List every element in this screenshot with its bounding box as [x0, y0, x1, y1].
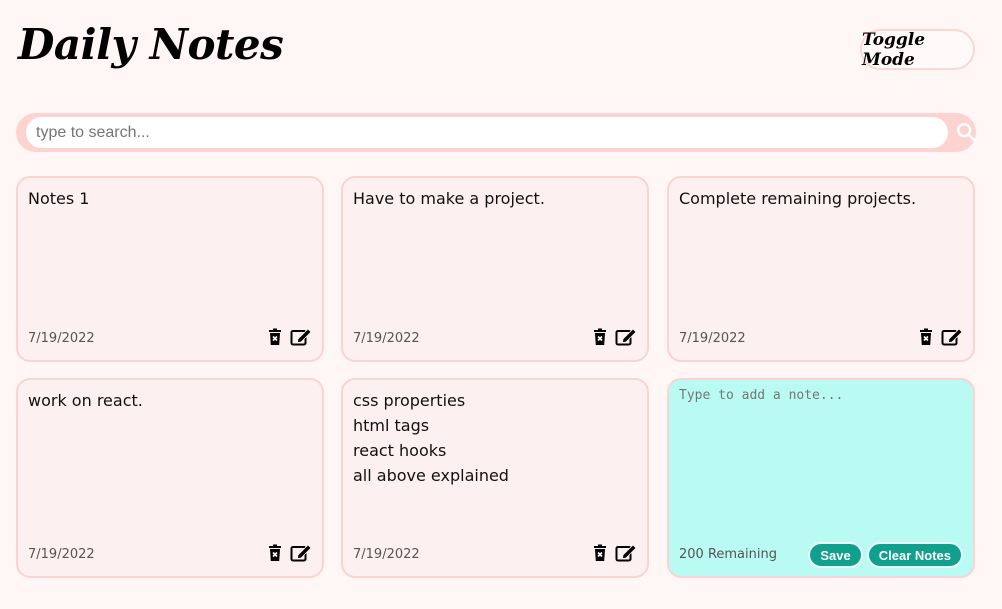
search-bar [16, 113, 976, 152]
note-line: Notes 1 [28, 189, 90, 208]
app-root: Daily Notes Toggle Mode Notes 1 7/19/202… [0, 0, 1002, 609]
trash-icon[interactable] [591, 328, 609, 346]
edit-icon[interactable] [290, 544, 312, 562]
note-line: html tags [353, 416, 430, 435]
trash-icon[interactable] [266, 544, 284, 562]
note-date: 7/19/2022 [28, 331, 95, 346]
note-line: work on react. [28, 391, 143, 410]
note-date: 7/19/2022 [679, 331, 746, 346]
note-text: Notes 1 [28, 186, 312, 211]
trash-icon[interactable] [917, 328, 935, 346]
note-date: 7/19/2022 [353, 331, 420, 346]
note-date: 7/19/2022 [353, 547, 420, 562]
note-actions [591, 544, 637, 562]
note-actions [917, 328, 963, 346]
toggle-mode-button[interactable]: Toggle Mode [860, 29, 975, 70]
note-card: css properties html tags react hooks all… [341, 378, 649, 578]
trash-icon[interactable] [266, 328, 284, 346]
note-text: css properties html tags react hooks all… [353, 388, 637, 488]
note-text: Have to make a project. [353, 186, 637, 211]
note-date: 7/19/2022 [28, 547, 95, 562]
note-card: Complete remaining projects. 7/19/2022 [667, 176, 975, 362]
new-note-card: 200 Remaining Save Clear Notes [667, 378, 975, 578]
edit-icon[interactable] [615, 544, 637, 562]
new-note-textarea[interactable] [679, 388, 963, 528]
note-line: Have to make a project. [353, 189, 545, 208]
note-line: react hooks [353, 441, 447, 460]
note-actions [266, 544, 312, 562]
note-line: css properties [353, 391, 466, 410]
note-card: Notes 1 7/19/2022 [16, 176, 324, 362]
edit-icon[interactable] [941, 328, 963, 346]
note-actions [591, 328, 637, 346]
note-line: all above explained [353, 466, 509, 485]
note-actions [266, 328, 312, 346]
remaining-count: 200 Remaining [679, 547, 777, 562]
trash-icon[interactable] [591, 544, 609, 562]
app-title: Daily Notes [18, 20, 284, 69]
search-icon[interactable] [955, 121, 977, 143]
note-text: Complete remaining projects. [679, 186, 963, 211]
note-line: Complete remaining projects. [679, 189, 917, 208]
note-card: Have to make a project. 7/19/2022 [341, 176, 649, 362]
clear-notes-button[interactable]: Clear Notes [866, 542, 963, 568]
note-text: work on react. [28, 388, 312, 413]
edit-icon[interactable] [290, 328, 312, 346]
edit-icon[interactable] [615, 328, 637, 346]
search-input[interactable] [26, 117, 948, 148]
note-card: work on react. 7/19/2022 [16, 378, 324, 578]
save-button[interactable]: Save [808, 542, 863, 568]
new-note-actions: Save Clear Notes [808, 542, 963, 568]
